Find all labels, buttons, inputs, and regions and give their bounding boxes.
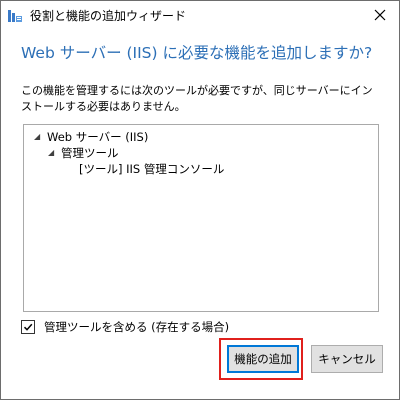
triangle-down-icon[interactable]: ◢ xyxy=(34,129,44,145)
checkmark-icon xyxy=(23,323,33,331)
tree-item-label: 管理ツール xyxy=(61,146,119,160)
dialog-description: この機能を管理するには次のツールが必要ですが、同じサーバーにインストールする必要… xyxy=(21,84,373,113)
title-bar: 役割と機能の追加ウィザード xyxy=(1,1,399,31)
window-title: 役割と機能の追加ウィザード xyxy=(30,9,187,23)
add-features-dialog: 役割と機能の追加ウィザード Web サーバー (IIS) に必要な機能を追加しま… xyxy=(0,0,400,400)
tree-item-iis-console[interactable]: [ツール] IIS 管理コンソール xyxy=(79,161,224,177)
tree-item-web-server[interactable]: ◢ Web サーバー (IIS) xyxy=(34,129,148,145)
include-tools-label: 管理ツールを含める (存在する場合) xyxy=(44,320,230,334)
cancel-button[interactable]: キャンセル xyxy=(311,345,383,373)
close-button[interactable] xyxy=(367,4,393,26)
dialog-heading: Web サーバー (IIS) に必要な機能を追加しますか? xyxy=(21,44,373,62)
tree-item-label: [ツール] IIS 管理コンソール xyxy=(79,162,225,176)
include-tools-checkbox[interactable] xyxy=(21,320,35,334)
triangle-down-icon[interactable]: ◢ xyxy=(48,145,58,161)
server-manager-icon xyxy=(7,8,23,24)
close-icon xyxy=(374,6,386,25)
tree-item-label: Web サーバー (IIS) xyxy=(47,130,149,144)
tree-item-management-tools[interactable]: ◢ 管理ツール xyxy=(48,145,119,161)
add-features-button[interactable]: 機能の追加 xyxy=(227,345,299,373)
feature-tree[interactable]: ◢ Web サーバー (IIS) ◢ 管理ツール [ツール] IIS 管理コンソール xyxy=(23,124,379,312)
include-tools-option[interactable]: 管理ツールを含める (存在する場合) xyxy=(21,319,229,335)
